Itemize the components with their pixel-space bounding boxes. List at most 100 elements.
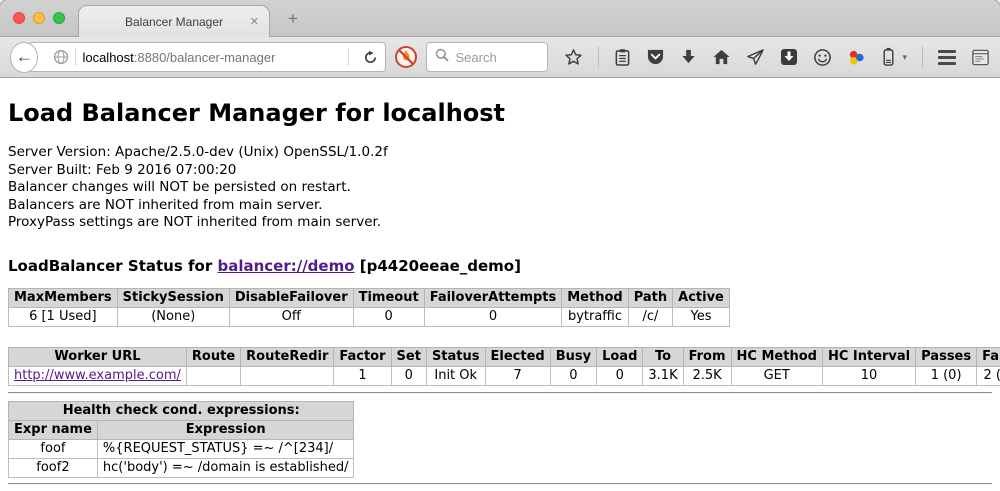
divider-rule (8, 392, 992, 394)
back-button[interactable]: ← (10, 42, 38, 73)
bookmarks-menu-icon[interactable] (614, 48, 631, 67)
column-header: To (643, 347, 683, 366)
cell: 1 (334, 366, 391, 385)
downloads-icon[interactable] (680, 48, 697, 66)
search-placeholder: Search (455, 50, 496, 65)
cell: 0 (550, 366, 596, 385)
table-row: foof2hc('body') =~ /domain is establishe… (9, 458, 354, 477)
cell: 0 (424, 307, 562, 326)
url-divider (75, 48, 76, 66)
cell: http://www.example.com/ (9, 366, 187, 385)
toolbar-buttons: ▾ (564, 46, 990, 68)
url-text[interactable]: localhost:8880/balancer-manager (82, 50, 342, 65)
search-bar[interactable]: Search (426, 42, 548, 72)
loadbalancer-status-heading: LoadBalancer Status for balancer://demo … (8, 257, 992, 275)
cell: %{REQUEST_STATUS} =~ /^[234]/ (97, 439, 354, 458)
column-header: Elected (485, 347, 550, 366)
column-header: Expr name (9, 420, 98, 439)
cell: GET (731, 366, 822, 385)
column-header: RouteRedir (241, 347, 334, 366)
column-header: StickySession (117, 288, 229, 307)
cell: foof2 (9, 458, 98, 477)
table-row: 6 [1 Used](None)Off00bytraffic/c/Yes (9, 307, 730, 326)
tab-title: Balancer Manager (125, 15, 223, 29)
cell: 3.1K (643, 366, 683, 385)
send-page-icon[interactable] (746, 48, 765, 66)
table-row: foof%{REQUEST_STATUS} =~ /^[234]/ (9, 439, 354, 458)
worker-url-link[interactable]: http://www.example.com/ (14, 368, 181, 383)
pocket-icon[interactable] (646, 48, 665, 66)
menu-icon[interactable] (938, 50, 956, 65)
cell: Yes (673, 307, 730, 326)
cell: 0 (391, 366, 426, 385)
column-header: Route (186, 347, 240, 366)
back-icon: ← (16, 47, 33, 67)
persist-notice-line: Balancer changes will NOT be persisted o… (8, 179, 992, 197)
status-prefix: LoadBalancer Status for (8, 257, 217, 275)
toolbar-separator (598, 46, 599, 68)
save-addon-icon[interactable] (780, 48, 798, 66)
page-content: Load Balancer Manager for localhost Serv… (0, 78, 1000, 491)
cell: Init Ok (426, 366, 485, 385)
worker-status-table: Worker URLRouteRouteRedirFactorSetStatus… (8, 347, 1000, 386)
navigation-toolbar: ← localhost:8880/balancer-manager (0, 37, 1000, 78)
balancer-demo-link[interactable]: balancer://demo (217, 257, 354, 275)
column-header: Set (391, 347, 426, 366)
column-header: From (683, 347, 731, 366)
toolbar-separator2 (922, 46, 923, 68)
column-header: Expression (97, 420, 354, 439)
table-row: http://www.example.com/ 10Init Ok7003.1K… (9, 366, 1000, 385)
balancer-settings-table: MaxMembersStickySessionDisableFailoverTi… (8, 288, 730, 327)
window-controls (13, 12, 65, 24)
tab-balancer-manager[interactable]: Balancer Manager ✕ (78, 5, 270, 37)
emoji-addon-icon[interactable] (813, 48, 832, 67)
column-header: HC Method (731, 347, 822, 366)
url-bar[interactable]: localhost:8880/balancer-manager (28, 42, 386, 72)
health-check-table: Health check cond. expressions:Expr name… (8, 401, 354, 478)
column-header: Busy (550, 347, 596, 366)
url-domain: localhost (82, 50, 133, 65)
tab-bar: Balancer Manager ✕ + (0, 0, 1000, 37)
table-title: Health check cond. expressions: (9, 401, 354, 420)
battery-addon-icon[interactable] (881, 47, 896, 67)
cell: 1 (0) (916, 366, 977, 385)
zoom-window-button[interactable] (53, 12, 65, 24)
addon-dropdown-caret-icon[interactable]: ▾ (902, 52, 907, 63)
url-path: :8880/balancer-manager (134, 50, 276, 65)
cell (241, 366, 334, 385)
reload-button[interactable] (355, 50, 385, 65)
tab-groups-icon[interactable] (971, 48, 990, 67)
bottom-rule (8, 483, 992, 485)
url-divider2 (348, 48, 349, 66)
cell: Off (229, 307, 353, 326)
status-suffix: [p4420eeae_demo] (355, 257, 521, 275)
minimize-window-button[interactable] (33, 12, 45, 24)
new-tab-button[interactable]: + (288, 10, 298, 27)
bookmark-star-icon[interactable] (564, 48, 583, 67)
cell: bytraffic (562, 307, 628, 326)
column-header: FailoverAttempts (424, 288, 562, 307)
downloadhelper-addon-icon[interactable] (847, 48, 866, 67)
server-built-line: Server Built: Feb 9 2016 07:00:20 (8, 162, 992, 180)
search-icon (435, 48, 449, 67)
tab-close-icon[interactable]: ✕ (250, 15, 259, 28)
column-header: Fails (977, 347, 1000, 366)
cell: (None) (117, 307, 229, 326)
close-window-button[interactable] (13, 12, 25, 24)
column-header: Passes (916, 347, 977, 366)
home-icon[interactable] (712, 48, 731, 66)
cell: 6 [1 Used] (9, 307, 118, 326)
cell: hc('body') =~ /domain is established/ (97, 458, 354, 477)
column-header: Factor (334, 347, 391, 366)
column-header: Active (673, 288, 730, 307)
cell: 0 (597, 366, 643, 385)
cell: 0 (353, 307, 424, 326)
column-header: Method (562, 288, 628, 307)
flashblock-icon[interactable] (394, 44, 418, 70)
globe-icon (53, 49, 69, 65)
inherit-notice-line: Balancers are NOT inherited from main se… (8, 197, 992, 215)
server-version-line: Server Version: Apache/2.5.0-dev (Unix) … (8, 144, 992, 162)
cell: 2 (0) (977, 366, 1000, 385)
column-header: MaxMembers (9, 288, 118, 307)
browser-window: Balancer Manager ✕ + ← localhost:8880/ba… (0, 0, 1000, 491)
